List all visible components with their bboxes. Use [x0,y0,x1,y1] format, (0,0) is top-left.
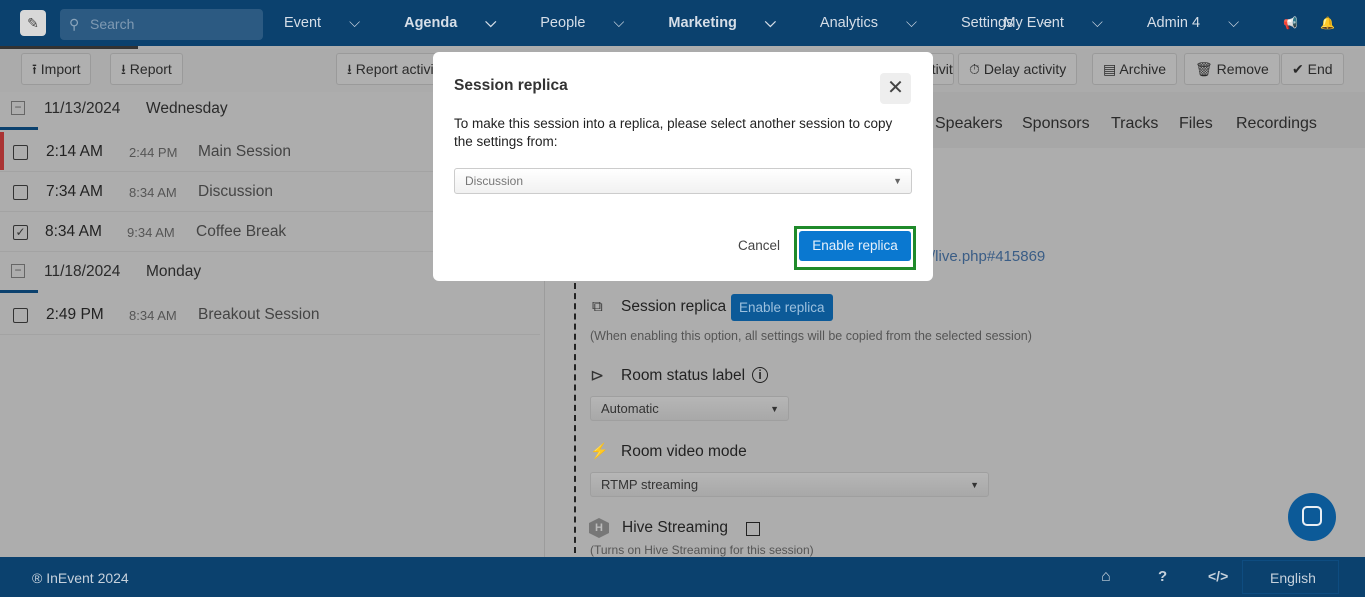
home-icon[interactable]: ⌂ [1101,568,1111,586]
tab-tracks[interactable]: Tracks [1111,115,1158,133]
session-select[interactable]: Discussion ▼ [454,168,912,194]
hive-checkbox[interactable] [746,522,760,536]
info-icon[interactable]: i [752,367,768,383]
nav-marketing[interactable]: Marketing ⌵ [668,0,798,46]
chevron-down-icon: ⌵ [349,15,361,31]
chevron-down-icon: ⌵ [764,15,776,31]
chevron-down-icon: ⌵ [485,15,497,31]
app-logo[interactable]: ✎ [20,10,46,36]
top-navbar: ✎ ⚲ Search Event ⌵ Agenda ⌵ People ⌵ Marketi… [0,0,1365,46]
remove-button[interactable]: 🗑 Remove [1184,53,1280,85]
import-button[interactable]: ⭱ Import [21,53,92,85]
checkbox[interactable] [13,185,28,200]
chat-icon [1302,506,1322,526]
cancel-button[interactable]: Cancel [738,238,780,253]
nav-agenda[interactable]: Agenda ⌵ [404,0,518,46]
search-input[interactable]: ⚲ Search [60,9,263,40]
enable-replica-button[interactable]: Enable replica [731,294,833,321]
checkbox[interactable] [13,308,28,323]
admin-menu[interactable]: Admin 4 ⌵ [1147,15,1261,31]
checkbox[interactable]: ✓ [13,225,28,240]
my-event-menu[interactable]: My Event ⌵ [1003,15,1124,31]
nav-analytics[interactable]: Analytics ⌵ [820,0,939,46]
bell-icon[interactable]: 🔔 [1320,16,1335,30]
report-activity-button[interactable]: ⭳ Report activity [336,53,446,85]
session-replica-modal: Session replica ✕ To make this session i… [433,52,933,281]
megaphone-icon[interactable]: 📢 [1283,16,1298,30]
close-icon[interactable]: ✕ [880,73,911,104]
nav-event[interactable]: Event ⌵ [284,0,382,46]
archive-button[interactable]: ▤ Archive [1092,53,1178,85]
hive-icon: H [589,518,609,538]
end-button[interactable]: ✔ End [1281,53,1344,85]
footer: ® InEvent 2024 ⌂ ? </> English [0,557,1365,597]
copy-icon: ⧉ [592,298,603,315]
room-video-select[interactable]: RTMP streaming ▼ [590,472,989,497]
tab-files[interactable]: Files [1179,115,1213,133]
collapse-icon: − [11,264,25,278]
tab-recordings[interactable]: Recordings [1236,115,1317,133]
tab-speakers[interactable]: Speakers [935,115,1003,133]
report-button[interactable]: ⭳ Report [110,53,183,85]
delay-activity-button[interactable]: ⏱ Delay activity [958,53,1078,85]
chevron-down-icon: ⌵ [613,15,625,31]
modal-title: Session replica [454,77,568,94]
checkbox[interactable] [13,145,28,160]
chevron-down-icon: ⌵ [905,15,917,31]
list-item[interactable]: 2:49 PM 8:34 AM Breakout Session [0,295,540,335]
tab-sponsors[interactable]: Sponsors [1022,115,1090,133]
search-icon: ⚲ [69,16,80,32]
chat-button[interactable] [1288,493,1336,541]
flag-icon: ⊳ [590,366,605,385]
live-link[interactable]: /live.php#415869 [931,248,1045,265]
nav-people[interactable]: People ⌵ [540,0,646,46]
code-icon[interactable]: </> [1208,568,1228,584]
language-selector[interactable]: English [1242,560,1339,594]
magic-wand-icon: ⚡ [590,443,609,460]
help-icon[interactable]: ? [1158,568,1167,585]
collapse-icon: − [11,101,25,115]
enable-replica-confirm-button[interactable]: Enable replica [799,231,911,261]
room-status-select[interactable]: Automatic ▼ [590,396,789,421]
